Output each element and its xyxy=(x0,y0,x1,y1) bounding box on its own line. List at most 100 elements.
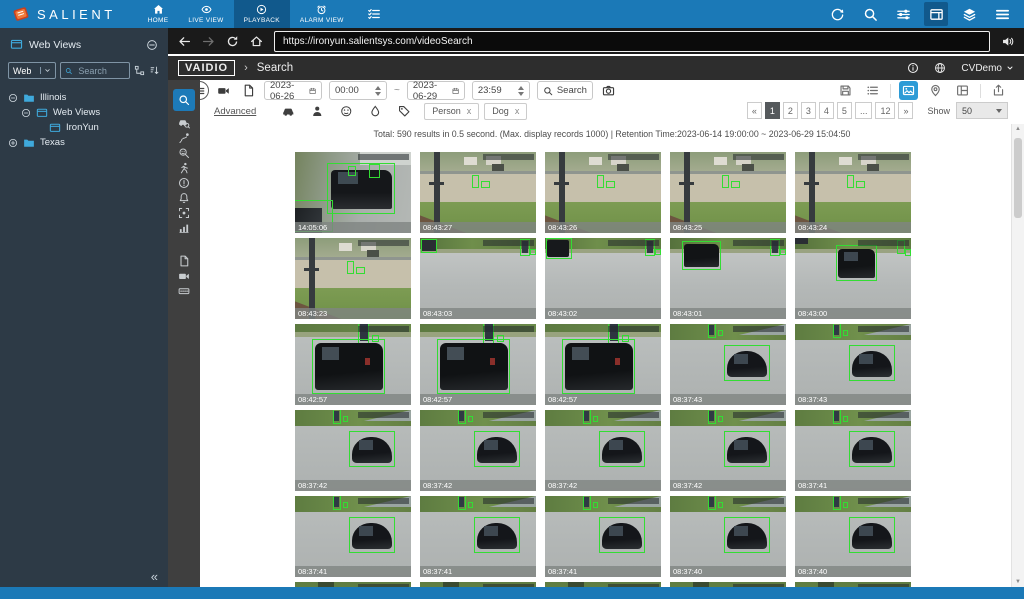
result-thumbnail[interactable]: 08:37:42 xyxy=(545,410,661,491)
face-search-icon[interactable] xyxy=(173,145,195,160)
result-thumbnail[interactable]: 08:43:02 xyxy=(545,238,661,319)
vehicle-filter-icon[interactable] xyxy=(280,103,296,119)
time-from-field[interactable]: 00:00 xyxy=(329,81,387,100)
alert-icon[interactable] xyxy=(173,175,195,190)
page-prev[interactable]: « xyxy=(747,102,762,119)
result-thumbnail[interactable]: 08:43:25 xyxy=(670,152,786,233)
search-icon[interactable] xyxy=(858,2,882,26)
info-icon[interactable] xyxy=(907,62,919,74)
scroll-down-icon[interactable]: ▼ xyxy=(1012,579,1024,585)
result-thumbnail[interactable]: 08:37:42 xyxy=(670,410,786,491)
statistics-icon[interactable] xyxy=(173,220,195,235)
page-size-select[interactable]: 50 xyxy=(956,102,1008,119)
result-thumbnail[interactable]: 08:43:23 xyxy=(295,238,411,319)
result-thumbnail[interactable]: 08:43:03 xyxy=(420,238,536,319)
tree-item-texas[interactable]: Texas xyxy=(0,135,168,150)
collapse-all-icon[interactable] xyxy=(146,39,158,51)
result-thumbnail[interactable]: 08:37:41 xyxy=(420,496,536,577)
result-thumbnail[interactable]: 08:42:57 xyxy=(420,324,536,405)
menu-icon[interactable] xyxy=(990,2,1014,26)
list-view-icon[interactable] xyxy=(863,81,882,100)
back-icon[interactable] xyxy=(178,35,191,48)
sync-icon[interactable] xyxy=(825,2,849,26)
video-search-icon[interactable] xyxy=(173,89,195,111)
chip-remove[interactable]: x xyxy=(467,106,472,116)
result-thumbnail[interactable]: 08:37:41 xyxy=(795,410,911,491)
sidebar-collapse-button[interactable]: « xyxy=(151,569,158,584)
thumbnail-view-icon[interactable] xyxy=(899,81,918,100)
result-thumbnail[interactable]: 08:37:40 xyxy=(670,496,786,577)
url-input[interactable] xyxy=(275,36,989,47)
search-button[interactable]: Search xyxy=(537,81,593,100)
page-ellipsis[interactable]: ... xyxy=(855,102,873,119)
result-thumbnail[interactable]: 08:43:26 xyxy=(545,152,661,233)
panel-view-icon[interactable] xyxy=(924,2,948,26)
layout-view-icon[interactable] xyxy=(953,81,972,100)
date-from-field[interactable]: 2023-06-26 xyxy=(264,81,322,100)
page-next[interactable]: » xyxy=(898,102,913,119)
account-menu[interactable]: CVDemo xyxy=(961,63,1014,74)
result-thumbnail[interactable]: 08:37:41 xyxy=(545,496,661,577)
result-thumbnail[interactable]: 08:37:42 xyxy=(295,410,411,491)
result-thumbnail[interactable]: 08:37:42 xyxy=(420,410,536,491)
date-to-field[interactable]: 2023-06-29 xyxy=(407,81,465,100)
scene-watch-icon[interactable] xyxy=(173,205,195,220)
page-2[interactable]: 2 xyxy=(783,102,798,119)
nav-checklist[interactable] xyxy=(354,0,394,28)
snapshot-search-icon[interactable] xyxy=(600,82,618,100)
reload-icon[interactable] xyxy=(226,35,239,48)
file-select-icon[interactable] xyxy=(239,82,257,100)
page-5[interactable]: 5 xyxy=(837,102,852,119)
license-plate-icon[interactable] xyxy=(173,283,195,298)
time-to-field[interactable]: 23:59 xyxy=(472,81,530,100)
layers-icon[interactable] xyxy=(957,2,981,26)
advanced-link[interactable]: Advanced xyxy=(214,106,256,117)
page-1[interactable]: 1 xyxy=(765,102,780,119)
scroll-up-icon[interactable]: ▲ xyxy=(1012,126,1024,132)
result-thumbnail[interactable]: 08:43:24 xyxy=(795,152,911,233)
scrollbar-thumb[interactable] xyxy=(1014,138,1022,218)
speaker-icon[interactable] xyxy=(1001,35,1014,48)
nav-home[interactable]: HOME xyxy=(138,0,179,28)
vertical-scrollbar[interactable]: ▲ ▼ xyxy=(1011,124,1024,587)
tag-filter-icon[interactable] xyxy=(396,103,412,119)
face-filter-icon[interactable] xyxy=(338,103,354,119)
map-view-icon[interactable] xyxy=(926,81,945,100)
color-filter-icon[interactable] xyxy=(367,103,383,119)
tree-search-input[interactable] xyxy=(76,65,125,77)
result-thumbnail[interactable]: 08:42:57 xyxy=(545,324,661,405)
page-3[interactable]: 3 xyxy=(801,102,816,119)
time-spinner[interactable] xyxy=(518,86,524,96)
forward-icon[interactable] xyxy=(202,35,215,48)
time-spinner[interactable] xyxy=(375,86,381,96)
nav-playback[interactable]: PLAYBACK xyxy=(234,0,290,28)
result-thumbnail[interactable]: 08:37:43 xyxy=(670,324,786,405)
tree-type-select[interactable]: Web xyxy=(8,62,56,79)
camera-select-icon[interactable] xyxy=(214,82,232,100)
home-icon[interactable] xyxy=(250,35,263,48)
tracking-icon[interactable] xyxy=(173,130,195,145)
sort-icon[interactable] xyxy=(149,65,160,76)
chip-remove[interactable]: x xyxy=(515,106,520,116)
collapse-icon[interactable] xyxy=(8,93,18,103)
page-12[interactable]: 12 xyxy=(875,102,895,119)
page-4[interactable]: 4 xyxy=(819,102,834,119)
person-filter-icon[interactable] xyxy=(309,103,325,119)
nav-live-view[interactable]: LIVE VIEW xyxy=(178,0,233,28)
result-thumbnail[interactable]: 08:42:57 xyxy=(295,324,411,405)
result-thumbnail[interactable]: 08:37:43 xyxy=(795,324,911,405)
result-thumbnail[interactable]: 08:43:01 xyxy=(670,238,786,319)
result-thumbnail[interactable]: 14:05:06 xyxy=(295,152,411,233)
result-thumbnail[interactable]: 08:37:41 xyxy=(295,496,411,577)
result-thumbnail[interactable]: 08:43:27 xyxy=(420,152,536,233)
tree-item-web-views[interactable]: Web Views xyxy=(0,105,168,120)
nav-alarm-view[interactable]: ALARM VIEW xyxy=(290,0,354,28)
vehicle-search-icon[interactable] xyxy=(173,115,195,130)
export-icon[interactable] xyxy=(989,81,1008,100)
report-icon[interactable] xyxy=(173,253,195,268)
camera-manage-icon[interactable] xyxy=(173,268,195,283)
tree-item-illinois[interactable]: Illinois xyxy=(0,90,168,105)
expand-icon[interactable] xyxy=(8,138,18,148)
globe-icon[interactable] xyxy=(934,62,946,74)
action-recognition-icon[interactable] xyxy=(173,160,195,175)
